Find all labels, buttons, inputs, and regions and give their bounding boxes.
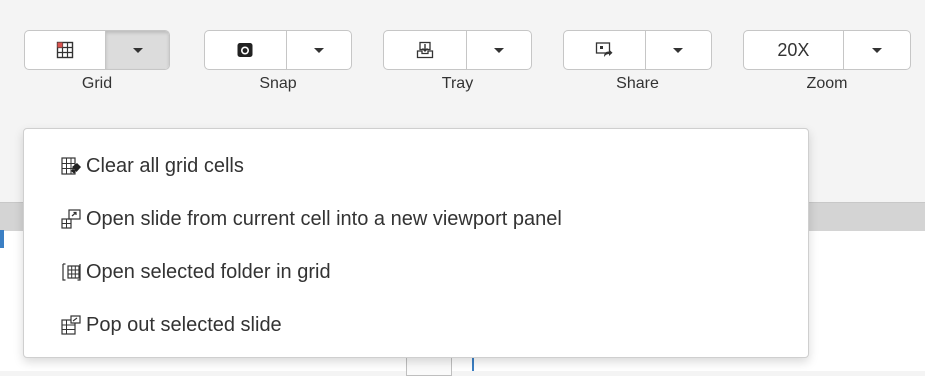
grid-group: Grid: [24, 30, 170, 93]
zoom-value-button[interactable]: 20X: [744, 31, 844, 69]
zoom-dropdown-toggle[interactable]: [844, 31, 910, 69]
tray-split-button: [383, 30, 532, 70]
viewer-marker: [472, 356, 474, 371]
chevron-down-icon: [313, 47, 324, 53]
clear-grid-icon: [60, 155, 82, 177]
panel-accent: [0, 230, 4, 248]
chevron-down-icon: [493, 47, 504, 53]
folder-grid-icon: [60, 261, 82, 283]
zoom-label: Zoom: [806, 75, 848, 92]
pop-out-icon: [60, 314, 82, 336]
share-label: Share: [616, 75, 659, 92]
open-in-viewport-icon: [60, 208, 82, 230]
tray-dropdown-toggle[interactable]: [467, 31, 531, 69]
menu-item-label: Open slide from current cell into a new …: [86, 207, 562, 230]
menu-item-pop-out[interactable]: Pop out selected slide: [60, 311, 282, 339]
zoom-group: 20X Zoom: [743, 30, 911, 93]
snap-dropdown-toggle[interactable]: [287, 31, 351, 69]
share-group: Share: [563, 30, 712, 93]
chevron-down-icon: [673, 47, 684, 53]
chevron-down-icon: [132, 47, 143, 53]
share-button[interactable]: [564, 31, 646, 69]
tray-group: Tray: [383, 30, 532, 93]
snap-label: Snap: [259, 75, 297, 92]
share-dropdown-toggle[interactable]: [646, 31, 711, 69]
share-icon: [594, 40, 614, 60]
grid-dropdown-menu: Clear all grid cells Open slide from cur…: [23, 128, 809, 358]
menu-item-label: Clear all grid cells: [86, 154, 244, 177]
grid-dropdown-toggle[interactable]: [106, 31, 169, 69]
menu-item-open-folder[interactable]: Open selected folder in grid: [60, 258, 331, 286]
zoom-split-button: 20X: [743, 30, 911, 70]
menu-item-label: Pop out selected slide: [86, 313, 282, 336]
grid-icon: [55, 40, 75, 60]
chevron-down-icon: [871, 47, 882, 53]
camera-icon: [235, 40, 255, 60]
grid-label: Grid: [81, 75, 113, 92]
menu-item-open-in-viewport[interactable]: Open slide from current cell into a new …: [60, 205, 562, 233]
snap-group: Snap: [204, 30, 352, 93]
snap-button[interactable]: [205, 31, 287, 69]
tray-label: Tray: [441, 75, 474, 92]
menu-item-clear-grid[interactable]: Clear all grid cells: [60, 152, 244, 180]
menu-item-label: Open selected folder in grid: [86, 260, 331, 283]
tray-button[interactable]: [384, 31, 467, 69]
grid-button[interactable]: [25, 31, 106, 69]
snap-split-button: [204, 30, 352, 70]
tray-icon: [415, 40, 435, 60]
grid-split-button: [24, 30, 170, 70]
share-split-button: [563, 30, 712, 70]
